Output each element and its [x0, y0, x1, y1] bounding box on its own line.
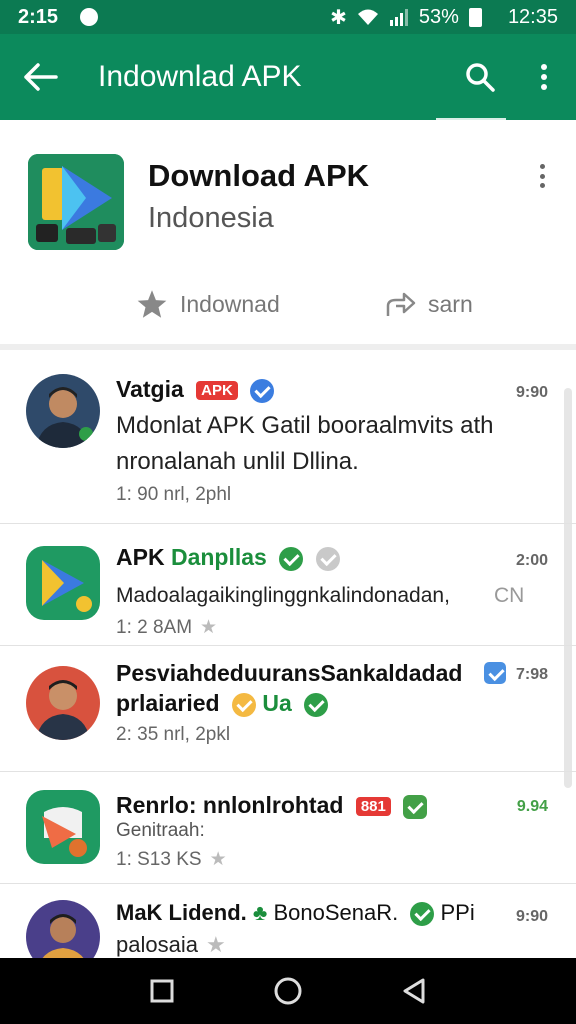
- message-meta: 1: S13 KS ★: [116, 848, 227, 871]
- share-label: sarn: [428, 290, 473, 317]
- message-line: Madoalagaikinglinggnkalindonadan,: [116, 584, 450, 607]
- channel-logo: [28, 154, 124, 250]
- message-meta: 2: 35 nrl, 2pkl: [116, 724, 231, 745]
- check-icon: [279, 546, 304, 571]
- notification-icon: [80, 8, 99, 26]
- leaf-icon: ♣: [252, 900, 268, 925]
- emoji-icon: [315, 546, 340, 571]
- sender-name: Vatgia APK: [116, 376, 275, 403]
- star-icon: [137, 290, 167, 318]
- back-button[interactable]: [0, 34, 82, 120]
- avatar: [26, 666, 100, 740]
- avatar: [26, 374, 100, 448]
- message-time: 9:90: [515, 908, 548, 925]
- message-time: 9.94: [516, 798, 548, 815]
- message-line: nronalanah unlil Dllina.: [116, 448, 359, 475]
- status-bar: 2:15 ✱ 53% 12:35: [0, 0, 576, 34]
- system-nav-bar: [0, 958, 576, 1024]
- list-item[interactable]: PesviahdeduuransSankaldadad 7:98 prlaiar…: [0, 646, 576, 772]
- verified-icon: [250, 378, 275, 403]
- message-line: palosaia ★: [116, 932, 226, 957]
- app-bar-title: Indownlad APK: [98, 60, 302, 93]
- play-apk-logo-icon: [28, 154, 124, 250]
- battery-icon: [468, 7, 482, 27]
- share-icon: [386, 292, 416, 316]
- list-item[interactable]: Vatgia APK 9:90 Mdonlat APK Gatil booraa…: [0, 356, 576, 524]
- channel-header: Download APK Indonesia Indownad sarn: [0, 120, 576, 350]
- search-icon: [466, 63, 495, 92]
- check-icon: [410, 902, 435, 927]
- more-vert-icon: [541, 64, 547, 90]
- app-bar: Indownlad APK: [0, 34, 576, 120]
- overflow-menu-button[interactable]: [512, 34, 576, 120]
- star-icon: ★: [209, 849, 227, 870]
- status-clock: 12:35: [507, 5, 558, 28]
- avatar: [26, 790, 100, 864]
- message-tail: CN: [494, 584, 525, 607]
- back-arrow-icon: [24, 63, 58, 91]
- back-nav-button[interactable]: [401, 977, 427, 1005]
- count-badge: 881: [355, 797, 391, 817]
- channel-region: Indonesia: [148, 202, 274, 234]
- battery-percent: 53%: [418, 5, 459, 28]
- message-line: Mdonlat APK Gatil booraalmvits ath: [116, 412, 494, 439]
- check-icon: [304, 692, 329, 717]
- smile-emoji-icon: [231, 692, 256, 717]
- message-time: 2:00: [515, 552, 548, 569]
- message-list: Vatgia APK 9:90 Mdonlat APK Gatil booraa…: [0, 356, 576, 974]
- star-icon: ★: [205, 932, 226, 957]
- sender-name: MaK Lidend. ♣ BonoSenaR. PPi: [116, 900, 475, 927]
- message-time: 7:98: [515, 666, 548, 683]
- sender-name: APK Danpllas: [116, 544, 340, 571]
- follow-button[interactable]: Indownad: [136, 284, 280, 324]
- home-button[interactable]: [273, 976, 303, 1006]
- sender-name: Renrlo: nnlonlrohtad 881: [116, 792, 428, 819]
- search-button[interactable]: [448, 34, 512, 120]
- channel-more-button[interactable]: [530, 160, 554, 192]
- channel-name: Download APK: [148, 158, 370, 193]
- star-icon: ★: [200, 617, 218, 638]
- message-line: prlaiaried Ua: [116, 690, 329, 717]
- status-icons: ✱ 53% 12:35: [330, 5, 558, 30]
- check-icon: [403, 794, 428, 819]
- list-item[interactable]: Renrlo: nnlonlrohtad 881 9.94 Genitraah:…: [0, 772, 576, 884]
- sender-name: PesviahdeduuransSankaldadad: [116, 660, 463, 686]
- status-time: 2:15: [18, 5, 59, 28]
- bluetooth-icon: ✱: [330, 6, 347, 29]
- message-time: 9:90: [515, 384, 548, 401]
- list-item[interactable]: APK Danpllas 2:00 Madoalagaikinglinggnka…: [0, 524, 576, 646]
- tag-icon: [484, 662, 506, 684]
- share-button[interactable]: sarn: [384, 284, 473, 324]
- apk-badge: APK: [196, 381, 238, 401]
- message-meta: 1: 90 nrl, 2phl: [116, 484, 232, 505]
- avatar: [26, 546, 100, 620]
- message-line: Genitraah:: [116, 820, 205, 841]
- recents-button[interactable]: [149, 978, 175, 1004]
- signal-icon: [389, 9, 408, 26]
- message-meta: 1: 2 8AM ★: [116, 616, 218, 639]
- follow-label: Indownad: [180, 290, 280, 317]
- wifi-icon: [357, 9, 378, 25]
